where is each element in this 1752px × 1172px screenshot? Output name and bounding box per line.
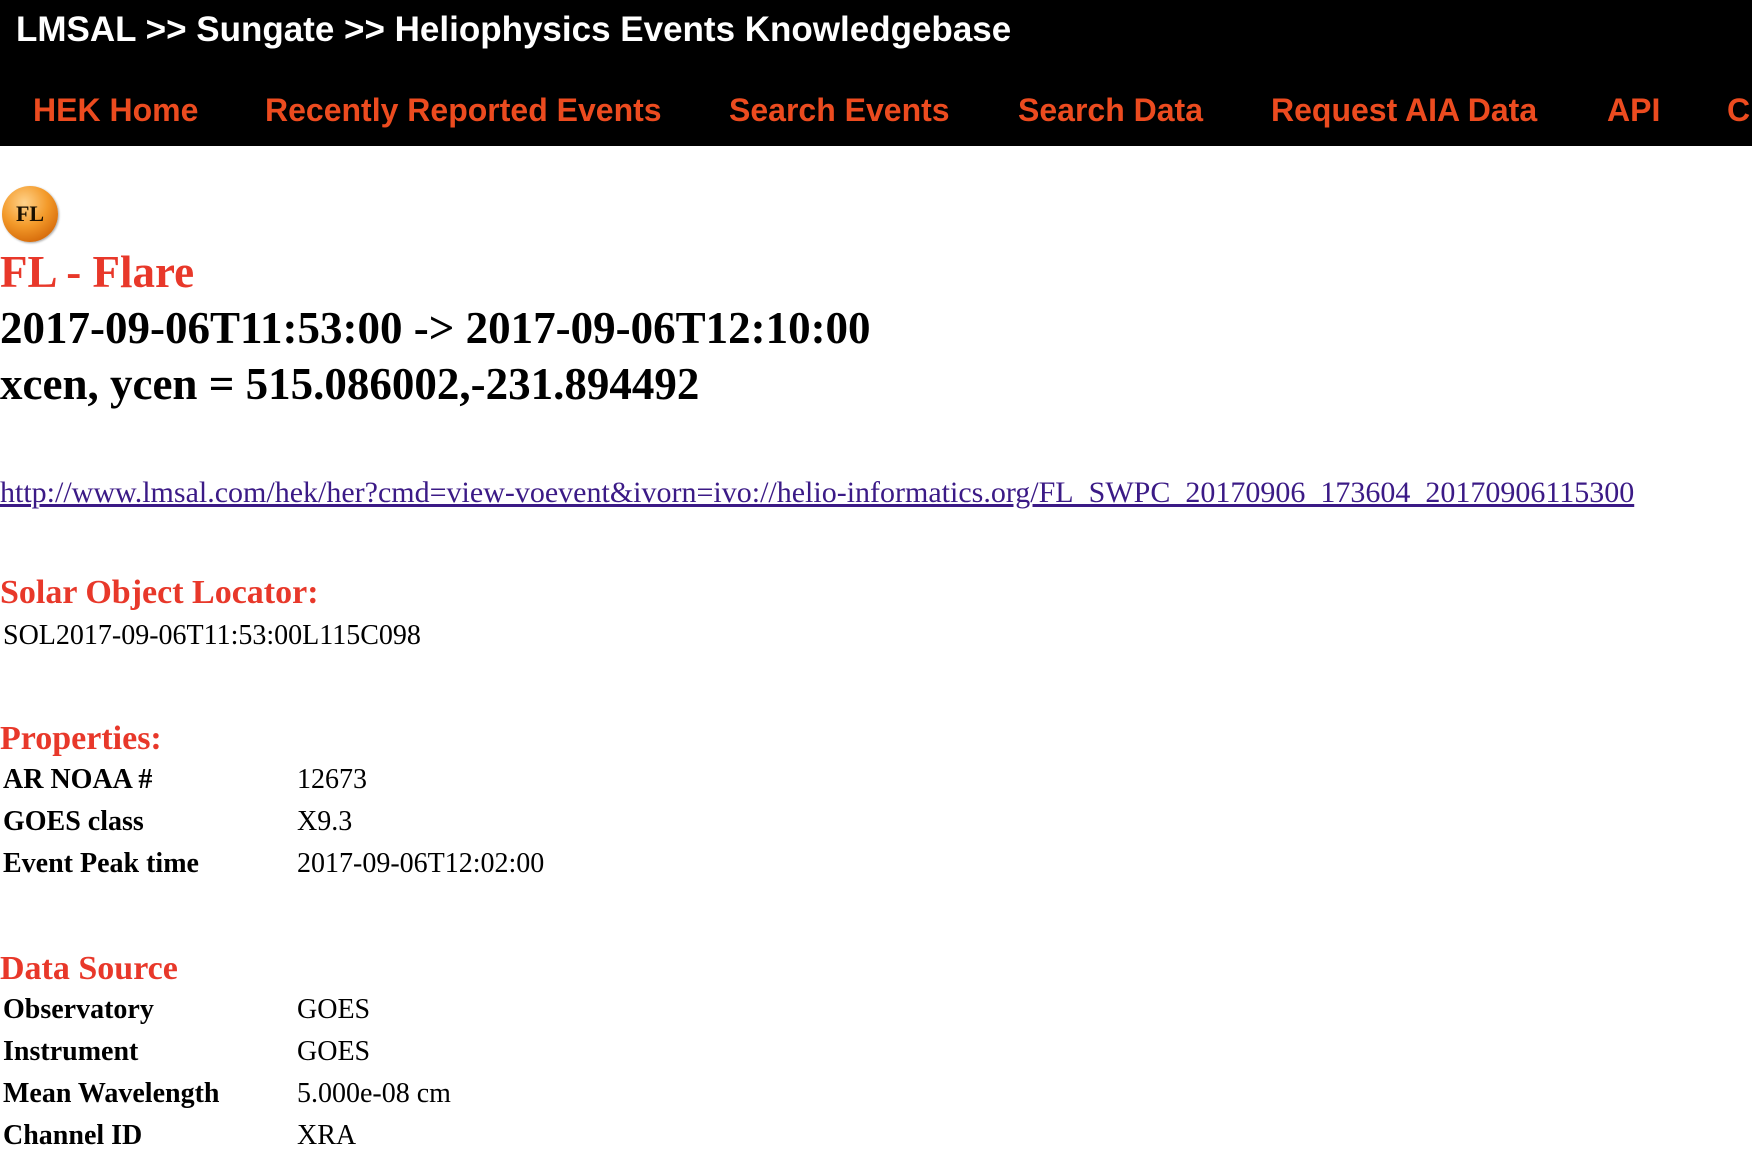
nav-request-aia-data[interactable]: Request AIA Data — [1271, 92, 1537, 129]
data-source-value: GOES — [297, 1036, 371, 1067]
data-source-label: Channel ID — [3, 1120, 143, 1151]
nav-hek-home[interactable]: HEK Home — [33, 92, 198, 129]
property-label: AR NOAA # — [3, 764, 153, 795]
nav-api[interactable]: API — [1607, 92, 1660, 129]
site-breadcrumb: LMSAL >> Sungate >> Heliophysics Events … — [16, 10, 1012, 49]
voevent-link[interactable]: http://www.lmsal.com/hek/her?cmd=view-vo… — [0, 476, 1634, 510]
data-source-label: Instrument — [3, 1036, 139, 1067]
properties-heading: Properties: — [0, 720, 162, 757]
nav-search-data[interactable]: Search Data — [1018, 92, 1203, 129]
data-source-value: XRA — [297, 1120, 357, 1151]
property-value: 12673 — [297, 764, 367, 795]
data-source-heading: Data Source — [0, 950, 178, 987]
event-type-title: FL - Flare — [0, 247, 195, 297]
nav-recently-reported-events[interactable]: Recently Reported Events — [265, 92, 662, 129]
nav-overflow-item[interactable]: C — [1727, 92, 1750, 129]
data-source-label: Observatory — [3, 994, 154, 1025]
property-label: Event Peak time — [3, 848, 199, 879]
locator-heading: Solar Object Locator: — [0, 574, 319, 611]
top-banner: LMSAL >> Sungate >> Heliophysics Events … — [0, 0, 1752, 146]
event-time-range: 2017-09-06T11:53:00 -> 2017-09-06T12:10:… — [0, 303, 871, 353]
data-source-label: Mean Wavelength — [3, 1078, 220, 1109]
main-nav: HEK Home Recently Reported Events Search… — [0, 92, 1752, 138]
data-source-value: 5.000e-08 cm — [297, 1078, 451, 1109]
flare-icon-label: FL — [15, 201, 45, 226]
event-center-coordinates: xcen, ycen = 515.086002,-231.894492 — [0, 359, 700, 409]
data-source-value: GOES — [297, 994, 371, 1025]
property-value: 2017-09-06T12:02:00 — [297, 848, 545, 879]
property-value: X9.3 — [297, 806, 353, 837]
locator-value: SOL2017-09-06T11:53:00L115C098 — [3, 620, 421, 651]
property-label: GOES class — [3, 806, 144, 837]
flare-event-icon: FL — [2, 186, 58, 242]
nav-search-events[interactable]: Search Events — [729, 92, 950, 129]
